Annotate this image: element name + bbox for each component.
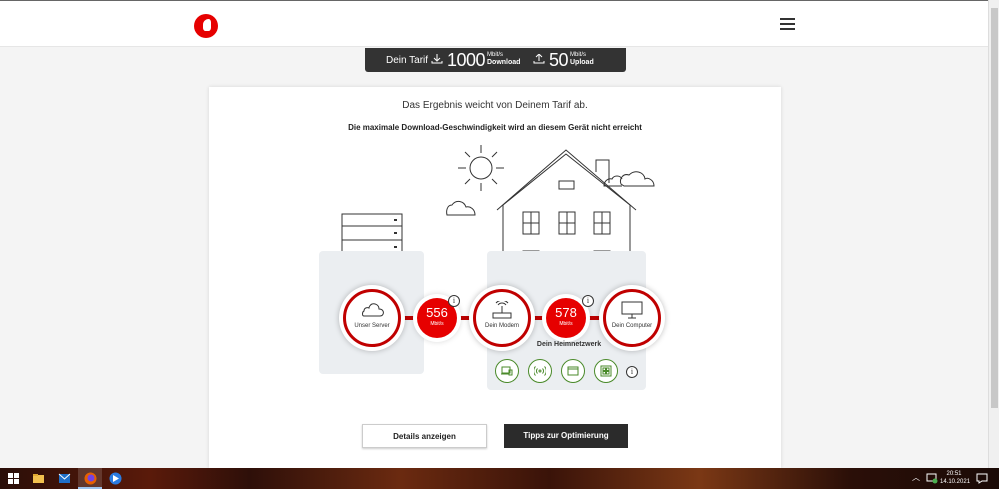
clock[interactable]: 20:51 14.10.2021 [940, 470, 971, 486]
modem-icon [492, 301, 512, 319]
result-subline: Die maximale Download-Geschwindigkeit wi… [348, 123, 642, 132]
page-scrollbar[interactable] [988, 0, 999, 468]
upload-icon [533, 54, 545, 64]
speed-unit: Mbit/s [430, 321, 444, 327]
info-icon[interactable]: i [626, 366, 638, 378]
upload-value: 50 [549, 50, 569, 70]
computer-icon [621, 301, 643, 319]
home-network-label: Dein Heimnetzwerk [536, 341, 602, 348]
wifi-device-icon[interactable] [528, 359, 552, 383]
upload-unit: Mbit/s Upload [570, 52, 594, 66]
cloud-icon [362, 303, 384, 317]
windows-start-icon[interactable] [6, 471, 21, 486]
speed-badge-modem-computer: 578 Mbit/s [546, 298, 586, 338]
tarif-bar: Dein Tarif 1000 Mbit/s Download 50 Mbit/s… [365, 48, 626, 72]
server-label: Unser Server [354, 323, 390, 329]
download-value: 1000 [447, 50, 486, 70]
download-icon [431, 54, 443, 64]
network-tray-icon[interactable] [926, 472, 938, 484]
vodafone-logo[interactable] [194, 14, 218, 38]
download-unit: Mbit/s Download [487, 52, 521, 66]
info-icon[interactable]: i [448, 295, 460, 307]
server-node[interactable]: Unser Server [339, 285, 405, 351]
apps-device-icon[interactable] [594, 359, 618, 383]
browser-device-icon[interactable] [561, 359, 585, 383]
speed-unit: Mbit/s [559, 321, 573, 327]
details-button[interactable]: Details anzeigen [362, 424, 487, 448]
computer-label: Dein Computer [611, 323, 653, 329]
info-icon[interactable]: i [582, 295, 594, 307]
tray-chevron-icon[interactable]: ︿ [912, 474, 920, 482]
clock-time: 20:51 [946, 471, 962, 477]
speed-value: 578 [555, 305, 577, 320]
windows-taskbar: ︿ 20:51 14.10.2021 [0, 468, 999, 489]
site-header [0, 0, 999, 47]
firefox-icon[interactable] [83, 471, 98, 486]
laptop-device-icon[interactable] [495, 359, 519, 383]
tarif-label: Dein Tarif [386, 55, 429, 66]
file-explorer-icon[interactable] [31, 471, 46, 486]
result-headline: Das Ergebnis weicht von Deinem Tarif ab. [402, 100, 588, 111]
mail-icon[interactable] [57, 471, 72, 486]
optimization-tips-button[interactable]: Tipps zur Optimierung [504, 424, 628, 448]
clock-date: 14.10.2021 [940, 479, 971, 485]
scrollbar-thumb[interactable] [991, 8, 998, 408]
notification-icon[interactable] [976, 472, 988, 484]
speed-value: 556 [426, 305, 448, 320]
modem-label: Dein Modem [484, 323, 519, 329]
hamburger-menu-icon[interactable] [780, 18, 795, 31]
app-icon[interactable] [108, 471, 123, 486]
